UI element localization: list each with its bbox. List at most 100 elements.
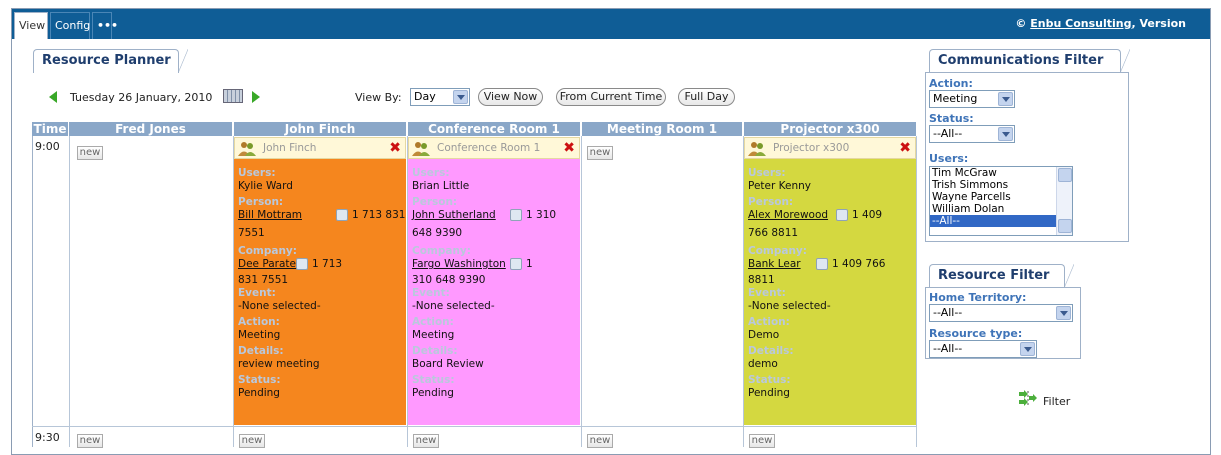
field-value: -None selected- <box>748 300 831 312</box>
company-link[interactable]: Dee Paratek <box>238 258 302 270</box>
new-booking-button[interactable]: new <box>749 434 775 448</box>
users-option[interactable]: Trish Simmons <box>930 179 1072 191</box>
field-label: Action: <box>412 316 454 328</box>
users-option[interactable]: Wayne Parcells <box>930 191 1072 203</box>
field-value: Board Review <box>412 358 484 370</box>
top-bar: View Config ••• © Enbu Consulting, Versi… <box>12 9 1210 39</box>
resource-type-label: Resource type: <box>929 327 1023 340</box>
company-phone-continued: 831 7551 <box>238 274 289 286</box>
delete-booking-icon[interactable]: ✖ <box>563 140 575 156</box>
person-link[interactable]: Bill Mottram <box>238 209 302 221</box>
column-header-projector-x300: Projector x300 <box>744 122 916 136</box>
chevron-down-icon <box>1020 342 1035 356</box>
copyright-text: © Enbu Consulting, Version <box>1015 17 1186 30</box>
booking-card-title: Projector x300 <box>773 142 850 154</box>
company-phone[interactable]: 1 713 <box>296 258 342 270</box>
chevron-down-icon <box>998 127 1013 141</box>
delete-booking-icon[interactable]: ✖ <box>899 140 911 156</box>
booking-card-title: John Finch <box>263 142 317 154</box>
filter-button[interactable]: Filter <box>1043 395 1070 408</box>
phone-icon[interactable] <box>296 258 308 270</box>
field-label: Users: <box>748 167 786 179</box>
field-label: Person: <box>748 196 794 208</box>
tab-more[interactable]: ••• <box>92 12 118 39</box>
action-value: Meeting <box>933 92 978 105</box>
new-booking-button[interactable]: new <box>77 434 103 448</box>
view-by-label: View By: <box>355 91 402 104</box>
booking-card-john-finch[interactable]: John Finch ✖ Users: Kylie Ward Person: Compan… <box>234 137 406 425</box>
tab-config[interactable]: Config <box>50 12 90 39</box>
field-label: Status: <box>412 374 455 386</box>
chevron-down-icon <box>998 92 1013 106</box>
phone-icon[interactable] <box>836 209 848 221</box>
person-phone[interactable]: 1 713 831 <box>336 209 405 221</box>
view-by-select[interactable]: Day <box>410 88 470 106</box>
company-phone[interactable]: 1 <box>510 258 533 270</box>
booking-card-header: John Finch ✖ <box>234 137 406 159</box>
users-listbox[interactable]: Tim McGraw Trish Simmons Wayne Parcells … <box>929 166 1073 236</box>
tab-view[interactable]: View <box>14 12 48 39</box>
field-value: Meeting <box>238 329 281 341</box>
next-day-icon[interactable] <box>252 91 260 103</box>
new-booking-button[interactable]: new <box>587 146 613 160</box>
company-link[interactable]: Enbu Consulting <box>1030 17 1131 30</box>
column-fred-jones <box>69 136 234 447</box>
company-phone[interactable]: 1 409 766 <box>816 258 885 270</box>
company-link[interactable]: Bank Lear <box>748 258 801 270</box>
person-phone[interactable]: 1 409 <box>836 209 882 221</box>
company-phone-value: 1 713 <box>312 258 343 270</box>
company-link[interactable]: Fargo Washington <box>412 258 506 270</box>
booking-card-title: Conference Room 1 <box>437 142 541 154</box>
resource-planner-tab: Resource Planner <box>33 49 188 73</box>
person-link[interactable]: Alex Morewood <box>748 209 828 221</box>
status-select[interactable]: --All-- <box>929 125 1015 143</box>
company-phone-continued: 8811 <box>748 274 775 286</box>
people-icon <box>412 142 430 156</box>
person-link[interactable]: John Sutherland <box>412 209 496 221</box>
field-value: review meeting <box>238 358 320 370</box>
time-label-0900: 9:00 <box>35 140 60 153</box>
chevron-down-icon <box>453 90 468 104</box>
field-label: Action: <box>238 316 280 328</box>
field-value: Brian Little <box>412 180 470 192</box>
delete-booking-icon[interactable]: ✖ <box>389 140 401 156</box>
new-booking-button[interactable]: new <box>239 434 265 448</box>
full-day-button[interactable]: Full Day <box>678 88 735 106</box>
field-label: Event: <box>748 287 786 299</box>
from-current-time-button[interactable]: From Current Time <box>556 88 666 106</box>
new-booking-button[interactable]: new <box>587 434 613 448</box>
booking-card-conference-room-1[interactable]: Conference Room 1 ✖ Users: Brian Little Pers… <box>408 137 580 425</box>
scroll-up-icon[interactable] <box>1058 168 1072 182</box>
new-booking-button[interactable]: new <box>77 146 103 160</box>
filter-icon[interactable] <box>1017 389 1039 409</box>
resource-filter-title: Resource Filter <box>938 268 1050 283</box>
phone-icon[interactable] <box>510 258 522 270</box>
action-select[interactable]: Meeting <box>929 90 1015 108</box>
view-now-button[interactable]: View Now <box>478 88 543 106</box>
users-label: Users: <box>929 152 969 165</box>
field-value: -None selected- <box>412 300 495 312</box>
phone-icon[interactable] <box>816 258 828 270</box>
resource-type-select[interactable]: --All-- <box>929 340 1037 358</box>
field-value: -None selected- <box>238 300 321 312</box>
field-label: Details: <box>412 345 458 357</box>
people-icon <box>748 142 766 156</box>
scroll-down-icon[interactable] <box>1058 219 1072 233</box>
prev-day-icon[interactable] <box>49 91 57 103</box>
person-phone[interactable]: 1 310 <box>510 209 556 221</box>
users-scrollbar[interactable] <box>1056 167 1072 235</box>
home-territory-select[interactable]: --All-- <box>929 304 1073 322</box>
new-booking-button[interactable]: new <box>413 434 439 448</box>
home-territory-label: Home Territory: <box>929 291 1027 304</box>
users-option-selected[interactable]: --All-- <box>930 215 1056 227</box>
users-option[interactable]: Tim McGraw <box>930 167 1072 179</box>
status-value: --All-- <box>933 127 963 140</box>
view-by-value: Day <box>414 90 436 103</box>
company-phone-value: 1 <box>526 258 533 270</box>
users-option[interactable]: William Dolan <box>930 203 1072 215</box>
version-text: , Version <box>1131 17 1186 30</box>
calendar-icon[interactable] <box>223 89 243 103</box>
phone-icon[interactable] <box>336 209 348 221</box>
booking-card-projector-x300[interactable]: Projector x300 ✖ Users: Peter Kenny Person: C… <box>744 137 916 425</box>
phone-icon[interactable] <box>510 209 522 221</box>
